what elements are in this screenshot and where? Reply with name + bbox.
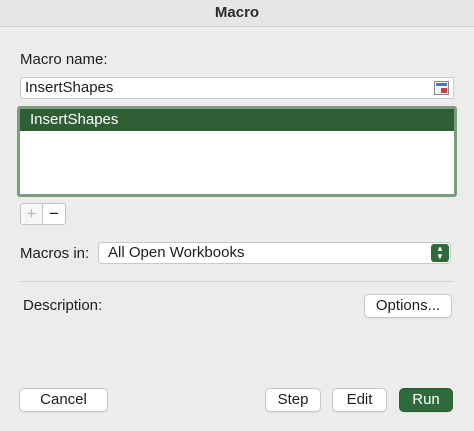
- chevron-up-down-icon: ▲ ▼: [431, 244, 449, 262]
- description-label: Description:: [23, 297, 103, 314]
- list-item[interactable]: InsertShapes: [20, 109, 454, 131]
- macros-in-label: Macros in:: [20, 245, 90, 262]
- step-button[interactable]: Step: [265, 388, 321, 412]
- add-macro-button[interactable]: +: [21, 204, 43, 224]
- run-button[interactable]: Run: [399, 388, 453, 412]
- edit-button[interactable]: Edit: [332, 388, 387, 412]
- divider: [20, 281, 454, 282]
- macro-name-label: Macro name:: [20, 51, 108, 68]
- range-picker-icon[interactable]: [434, 81, 449, 95]
- macro-list[interactable]: InsertShapes: [17, 106, 457, 197]
- macros-in-value: All Open Workbooks: [108, 244, 245, 261]
- options-button[interactable]: Options...: [364, 294, 452, 318]
- macros-in-select[interactable]: All Open Workbooks ▲ ▼: [98, 242, 451, 264]
- macro-name-value: InsertShapes: [25, 79, 114, 96]
- remove-macro-button[interactable]: −: [43, 204, 65, 224]
- window-title: Macro: [0, 0, 474, 27]
- list-controls: + −: [20, 203, 66, 225]
- macro-name-input[interactable]: InsertShapes: [20, 77, 454, 99]
- cancel-button[interactable]: Cancel: [19, 388, 108, 412]
